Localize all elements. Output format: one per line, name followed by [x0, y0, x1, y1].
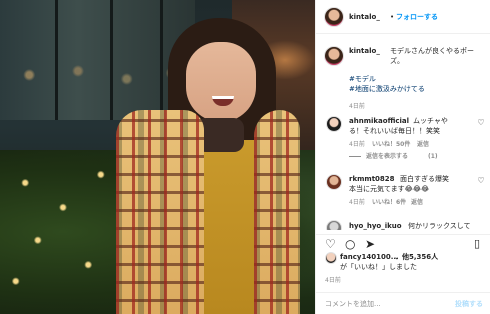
- commenter-avatar[interactable]: [326, 116, 342, 132]
- comment: rkmmt0828 面白すぎる爆笑 本当に元気てます😂😂😂 ♡ 4日前 いいね！…: [316, 172, 490, 212]
- reply-button[interactable]: 返信: [417, 140, 429, 149]
- plaid-coat-left: [116, 110, 204, 314]
- hashtag-link[interactable]: #モデル: [349, 74, 376, 84]
- liker-avatar[interactable]: [325, 252, 337, 264]
- likes-connector: 、: [395, 253, 402, 261]
- separator-dot: •: [390, 13, 395, 21]
- action-bar: ♡ ○ ➤ ▯: [316, 234, 490, 254]
- comment-username[interactable]: ahnmikaofficial: [349, 116, 409, 126]
- liker-username[interactable]: fancy140100...: [340, 252, 399, 262]
- caption: kintalo_ モデルさんが良くやるポーズ。 #モデル #地面に激汲みかけてる…: [316, 42, 490, 112]
- follow-button[interactable]: フォローする: [396, 12, 438, 22]
- author-username[interactable]: kintalo_: [349, 12, 380, 22]
- author-avatar[interactable]: [324, 7, 344, 27]
- post-photo[interactable]: [0, 0, 315, 314]
- comment-text: 本当に元気てます😂😂😂: [349, 185, 430, 193]
- comment-timestamp: 4日前: [349, 141, 365, 148]
- likes-others-count[interactable]: 他5,356人: [402, 252, 438, 262]
- replies-divider: [349, 156, 361, 157]
- post-comment-button[interactable]: 投稿する: [455, 299, 483, 309]
- comment-icon[interactable]: ○: [345, 237, 355, 251]
- heart-icon[interactable]: ♡: [325, 237, 336, 251]
- comment-text: 面白すぎる爆笑: [400, 175, 449, 183]
- caption-timestamp: 4日前: [349, 103, 365, 110]
- comment-timestamp: 4日前: [349, 199, 365, 206]
- hashtag-link[interactable]: #地面に激汲みかけてる: [349, 84, 425, 94]
- comment-likes-count[interactable]: いいね！50件: [372, 140, 410, 149]
- comment-username[interactable]: hyo_hyo_ikuo: [349, 221, 402, 230]
- reply-button[interactable]: 返信: [411, 198, 423, 207]
- comment-username[interactable]: rkmmt0828: [349, 174, 395, 184]
- caption-text: モデルさんが良くやるポーズ。: [390, 47, 474, 65]
- likes-summary: fancy140100... 、 他5,356人 が「いいね！」しました: [316, 252, 490, 274]
- comment-input[interactable]: コメントを追加...: [325, 299, 381, 309]
- comment-like-heart-icon[interactable]: ♡: [477, 119, 485, 127]
- post-date: 4日前: [325, 277, 341, 284]
- comment-composer: コメントを追加... 投稿する: [316, 292, 490, 314]
- person-face: [186, 42, 256, 122]
- caption-username[interactable]: kintalo_: [349, 46, 380, 56]
- post-header: kintalo_ • フォローする: [316, 0, 490, 34]
- commenter-avatar[interactable]: [326, 220, 342, 230]
- comment-likes-count[interactable]: いいね！6件: [372, 198, 406, 207]
- comment-text: ムッチャや: [413, 117, 448, 125]
- post-sidebar: kintalo_ • フォローする kintalo_ モデルさんが良くやるポーズ…: [315, 0, 490, 314]
- plaid-coat-right: [254, 110, 300, 314]
- comment: ahnmikaofficial ムッチャや る！それいいば毎日！！笑笑 ♡ 4日…: [316, 114, 490, 168]
- reply-count: (1): [428, 153, 438, 160]
- view-replies-button[interactable]: 返信を表示する: [366, 152, 408, 161]
- bookmark-icon[interactable]: ▯: [474, 237, 480, 251]
- comment-text: る！それいいば毎日！！笑笑: [349, 127, 440, 135]
- comment-like-heart-icon[interactable]: ♡: [477, 177, 485, 185]
- author-avatar[interactable]: [324, 46, 344, 66]
- commenter-avatar[interactable]: [326, 174, 342, 190]
- comment: hyo_hyo_ikuo 何かリラックスして: [316, 218, 490, 230]
- likes-suffix: が「いいね！」しました: [340, 263, 417, 271]
- comment-text: 何かリラックスして: [408, 222, 471, 230]
- share-icon[interactable]: ➤: [365, 237, 375, 251]
- window-reflections: [0, 55, 195, 95]
